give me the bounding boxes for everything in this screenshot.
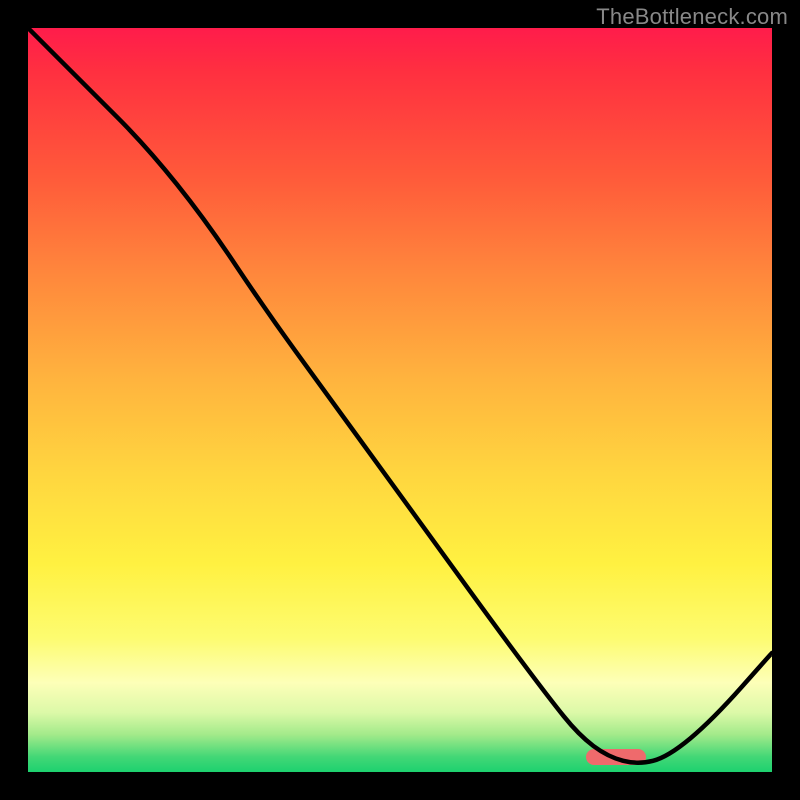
attribution-text: TheBottleneck.com xyxy=(596,4,788,30)
bottleneck-curve-svg xyxy=(28,28,772,772)
bottleneck-curve-path xyxy=(28,28,772,763)
chart-plot-area xyxy=(28,28,772,772)
